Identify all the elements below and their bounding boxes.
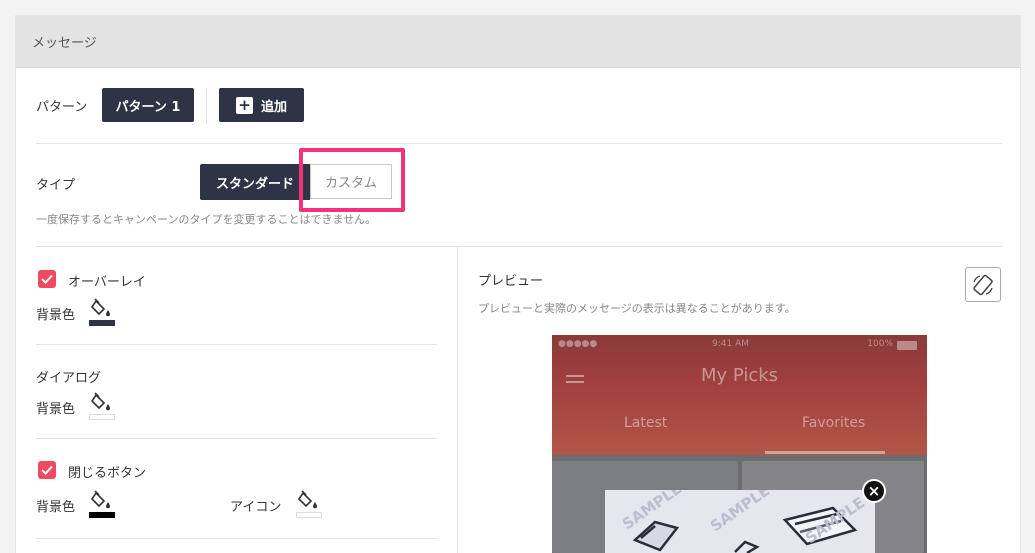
- sample-watermark: SAMPLE: [707, 490, 773, 535]
- close-bg-color-picker[interactable]: [89, 490, 115, 518]
- overlay-label: オーバーレイ: [68, 275, 146, 290]
- dialog-preview: SAMPLE SAMPLE SAMPLE: [605, 479, 875, 553]
- overlay-color-swatch: [89, 320, 115, 326]
- divider: [36, 246, 1002, 247]
- close-bg-color-swatch: [89, 512, 115, 518]
- close-icon-label: アイコン: [230, 500, 282, 515]
- active-tab-indicator: [765, 451, 885, 454]
- app-title: My Picks: [700, 365, 779, 386]
- divider: [36, 538, 437, 539]
- type-note: 一度保存するとキャンペーンのタイプを変更することはできません。: [36, 213, 377, 226]
- panel-header: メッセージ: [16, 16, 1020, 68]
- dialog-label: ダイアログ: [36, 371, 102, 386]
- overlay-bg-color-picker[interactable]: [89, 298, 115, 326]
- check-icon: [41, 274, 53, 284]
- status-battery: 100%: [867, 339, 893, 349]
- pattern-1-button[interactable]: パターン 1: [102, 88, 194, 122]
- status-time: 9:41 AM: [712, 339, 749, 349]
- divider: [36, 143, 1002, 144]
- paint-bucket-icon: [298, 490, 317, 509]
- app-header: ●●●●● 9:41 AM 100% My Picks Latest Favor…: [552, 335, 927, 455]
- close-icon[interactable]: ×: [862, 479, 886, 503]
- close-icon-color-swatch: [296, 512, 322, 518]
- dialog-bg-color-picker[interactable]: [89, 392, 115, 420]
- battery-icon: [897, 341, 917, 350]
- panel-title: メッセージ: [32, 36, 97, 51]
- plus-square-icon: +: [235, 96, 253, 114]
- close-bg-label: 背景色: [36, 500, 76, 515]
- signal-indicator: ●●●●●: [558, 339, 598, 349]
- type-standard-button[interactable]: スタンダード: [200, 164, 310, 200]
- close-icon-color-picker[interactable]: [296, 490, 322, 518]
- paint-bucket-icon: [91, 392, 110, 411]
- rotate-device-icon: [973, 274, 993, 295]
- close-button-checkbox[interactable]: [38, 461, 56, 479]
- paint-bucket-icon: [91, 490, 110, 509]
- overlay-checkbox[interactable]: [38, 270, 56, 288]
- highlight-box: [299, 148, 405, 212]
- divider: [36, 344, 437, 345]
- add-pattern-button[interactable]: + 追加: [219, 88, 304, 122]
- check-icon: [41, 465, 53, 475]
- dialog-bg-label: 背景色: [36, 402, 76, 417]
- rotate-device-button[interactable]: [965, 267, 1001, 302]
- divider: [206, 88, 207, 124]
- close-button-label: 閉じるボタン: [68, 466, 147, 481]
- add-label: 追加: [260, 99, 287, 115]
- dialog-color-swatch: [89, 414, 115, 420]
- preview-note: プレビューと実際のメッセージの表示は異なることがあります。: [478, 302, 796, 315]
- column-divider: [457, 247, 458, 553]
- tab-latest: Latest: [624, 415, 668, 431]
- paint-bucket-icon: [91, 298, 110, 317]
- pattern-label: パターン: [36, 100, 88, 115]
- overlay-bg-label: 背景色: [36, 308, 76, 323]
- tab-favorites: Favorites: [802, 415, 866, 431]
- status-bar: ●●●●● 9:41 AM 100%: [558, 339, 921, 353]
- preview-title: プレビュー: [478, 274, 544, 289]
- divider: [36, 438, 437, 439]
- type-label: タイプ: [36, 178, 76, 193]
- sample-illustration: SAMPLE SAMPLE SAMPLE: [619, 479, 868, 553]
